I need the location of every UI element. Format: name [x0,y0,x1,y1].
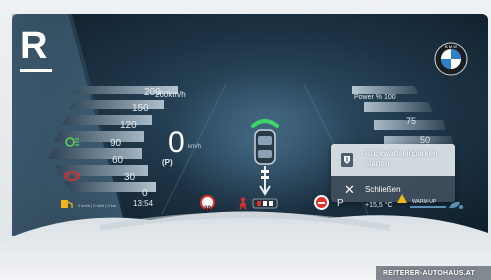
close-popup-label: Schließen [365,185,401,194]
r-logo: R [20,25,52,75]
speedometer-tick: 150 [132,103,149,114]
car-top-view-icon [251,119,279,196]
speedometer-tick: 120 [120,120,137,131]
speed-unit: km/h [188,144,202,150]
speedometer-bar [48,148,142,159]
speedometer-tick: 60 [112,155,124,166]
speedometer-tick: 200 [144,87,161,98]
speedometer-tick: 90 [110,138,122,149]
start-reverse-parking-label: Rückwärtseinparken starten [365,149,438,168]
parking-light-icon [65,137,79,147]
close-icon: ✕ [344,182,355,197]
start-reverse-parking-button[interactable]: Rückwärtseinparken starten [331,144,455,176]
reverse-parking-icon [341,153,353,167]
bmw-logo-letters: B M W [445,44,457,49]
speedometer-bar [53,131,144,142]
speedometer-bar [64,182,156,192]
watermark: REITERER-AUTOHAUS.AT [383,270,476,277]
speedometer-tick: 30 [124,172,136,183]
power-gauge-label: Power % 100 [354,94,396,101]
bmw-logo-icon: B M W [434,42,468,76]
speed-readout: 0 [168,126,185,159]
r-logo-letter: R [20,25,48,67]
close-popup-button[interactable]: ✕ Schließen [331,178,455,200]
r-logo-underline [20,69,52,72]
power-gauge-tick: 75 [406,116,417,126]
brake-warning-icon [64,170,80,182]
parking-brake-indicator: (P) [162,158,173,167]
reverse-parking-popup: Rückwärtseinparken starten ✕ Schließen [331,144,455,202]
screenshot-frame: 260km/h 200 150 120 90 60 30 0 0 km/h (P… [0,0,491,280]
